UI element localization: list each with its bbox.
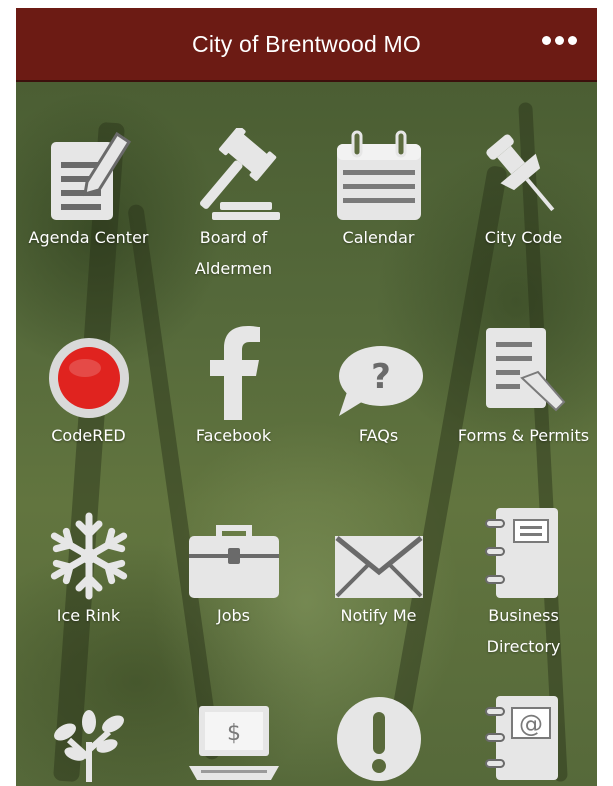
more-dots-icon[interactable] [538, 30, 581, 51]
app-title: City of Brentwood MO [192, 30, 421, 57]
tile-label: City Code [484, 228, 563, 247]
tile-codered[interactable]: CodeRED [16, 316, 161, 451]
tile-row4-alert[interactable] [306, 678, 451, 782]
gavel-icon [199, 128, 280, 220]
svg-text:?: ? [371, 357, 391, 397]
tile-jobs[interactable]: Jobs [161, 496, 306, 631]
red-alert-button-icon [48, 338, 129, 418]
notebook-icon [484, 508, 558, 598]
tile-business-directory[interactable]: Business Directory [451, 496, 596, 662]
tile-ice-rink[interactable]: Ice Rink [16, 496, 161, 631]
svg-text:@: @ [519, 710, 543, 738]
tile-calendar[interactable]: Calendar [306, 118, 451, 253]
briefcase-icon [188, 525, 279, 598]
tile-facebook[interactable]: Facebook [161, 316, 306, 451]
tile-label: FAQs [358, 426, 399, 445]
tile-city-code[interactable]: City Code [451, 118, 596, 253]
tile-forms-permits[interactable]: Forms & Permits [451, 316, 596, 451]
app-header: City of Brentwood MO [16, 8, 597, 82]
tile-label: CodeRED [51, 426, 126, 445]
tile-label: Jobs [217, 606, 250, 625]
exclamation-icon [336, 697, 421, 781]
tile-board-of-aldermen[interactable]: Board of Aldermen [161, 118, 306, 284]
tile-label: Calendar [342, 228, 415, 247]
tile-faqs[interactable]: ? FAQs [306, 316, 451, 451]
address-book-icon: @ [484, 696, 558, 780]
tree-icon [53, 710, 124, 782]
svg-text:$: $ [227, 721, 241, 746]
envelope-icon [334, 536, 423, 598]
snowflake-icon [50, 512, 127, 600]
tile-label: Business Directory [486, 606, 561, 656]
laptop-dollar-icon: $ [188, 706, 279, 780]
tile-row4-tree[interactable] [16, 678, 161, 782]
tile-label: Board of Aldermen [194, 228, 273, 278]
tile-row4-laptop[interactable]: $ [161, 678, 306, 782]
tile-row4-contacts[interactable]: @ [451, 678, 596, 782]
tile-agenda-center[interactable]: Agenda Center [16, 118, 161, 253]
question-bubble-icon: ? [338, 346, 423, 416]
facebook-icon [209, 326, 260, 420]
tile-label: Ice Rink [56, 606, 121, 625]
tile-label: Notify Me [340, 606, 417, 625]
tile-notify-me[interactable]: Notify Me [306, 496, 451, 631]
tile-label: Agenda Center [28, 228, 149, 247]
pushpin-icon [485, 134, 554, 212]
calendar-icon [336, 130, 421, 220]
tile-label: Facebook [195, 426, 272, 445]
tile-label: Forms & Permits [457, 426, 590, 445]
form-pencil-icon [485, 328, 565, 412]
document-pencil-icon [50, 131, 131, 220]
app-screen: City of Brentwood MO Agenda Center Board… [16, 8, 597, 786]
